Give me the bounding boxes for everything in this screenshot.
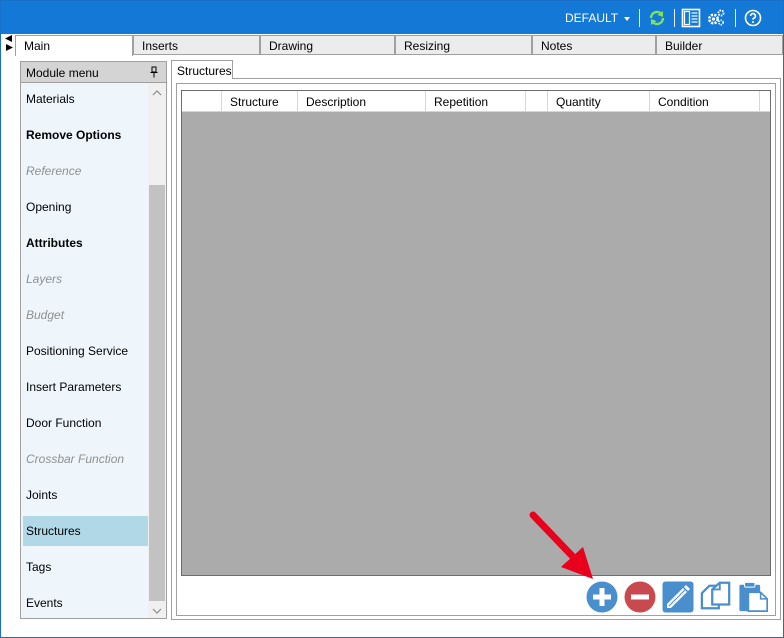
tab-main[interactable]: Main — [15, 35, 133, 56]
layout-icon[interactable] — [681, 8, 701, 28]
add-icon — [586, 581, 618, 613]
menu-item-remove-options[interactable]: Remove Options — [23, 120, 148, 150]
add-button[interactable] — [586, 581, 618, 613]
module-menu-header: Module menu — [21, 62, 166, 83]
menu-scrollbar[interactable] — [148, 83, 166, 618]
edit-icon — [662, 581, 694, 613]
chevron-down-icon — [624, 16, 631, 21]
grid-column-blank[interactable] — [526, 91, 548, 111]
toolbar-separator — [735, 9, 736, 27]
tab-builder[interactable]: Builder — [656, 35, 783, 55]
copy-button[interactable] — [700, 581, 732, 613]
menu-item-layers: Layers — [26, 272, 63, 286]
menu-item-insert-parameters[interactable]: Insert Parameters — [23, 372, 148, 402]
menu-scrollbar-thumb[interactable] — [149, 185, 165, 601]
copy-icon — [700, 581, 731, 610]
toolbar-separator — [639, 9, 640, 27]
profile-dropdown[interactable]: DEFAULT — [565, 11, 631, 25]
remove-button[interactable] — [624, 581, 656, 613]
menu-item-opening[interactable]: Opening — [23, 192, 148, 222]
settings-icon[interactable] — [706, 8, 726, 28]
profile-label: DEFAULT — [565, 11, 619, 25]
paste-icon — [739, 581, 769, 612]
title-bar: DEFAULT — [1, 1, 783, 34]
module-menu-title: Module menu — [26, 66, 99, 80]
structures-panel: Structure Description Repetition Quantit… — [171, 78, 781, 620]
menu-item-attributes[interactable]: Attributes — [23, 228, 148, 258]
remove-icon — [624, 581, 656, 613]
menu-item-events[interactable]: Events — [23, 588, 148, 618]
menu-item-tags[interactable]: Tags — [23, 552, 148, 582]
module-menu: Module menu Materials Remove Options Ref… — [20, 61, 167, 619]
tab-drawing[interactable]: Drawing — [260, 35, 395, 55]
application-window: DEFAULT Main Inserts Drawing Resizing No… — [0, 0, 784, 638]
grid-column-quantity[interactable]: Quantity — [548, 91, 650, 111]
annotation-arrow-icon — [527, 509, 597, 581]
grid-column-condition[interactable]: Condition — [650, 91, 760, 111]
main-tab-bar: Main Inserts Drawing Resizing Notes Buil… — [15, 35, 783, 56]
menu-item-crossbar-function: Crossbar Function — [26, 452, 125, 466]
grid-column-structure[interactable]: Structure — [222, 91, 298, 111]
pin-icon[interactable] — [150, 66, 158, 81]
panel-collapse-toggle[interactable] — [4, 34, 14, 52]
menu-item-joints[interactable]: Joints — [23, 480, 148, 510]
menu-item-door-function[interactable]: Door Function — [23, 408, 148, 438]
grid-column-description[interactable]: Description — [298, 91, 426, 111]
grid-header: Structure Description Repetition Quantit… — [182, 91, 770, 112]
tab-structures[interactable]: Structures — [171, 60, 233, 79]
grid-column-selector[interactable] — [182, 91, 222, 111]
paste-button[interactable] — [738, 581, 770, 613]
tab-resizing[interactable]: Resizing — [395, 35, 532, 55]
tab-notes[interactable]: Notes — [532, 35, 656, 55]
chevron-down-icon[interactable] — [152, 605, 162, 615]
menu-item-budget: Budget — [26, 308, 65, 322]
structures-grid-container: Structure Description Repetition Quantit… — [176, 83, 776, 616]
tab-inserts[interactable]: Inserts — [133, 35, 260, 55]
menu-item-structures[interactable]: Structures — [23, 516, 148, 546]
structures-grid[interactable]: Structure Description Repetition Quantit… — [181, 90, 771, 576]
edit-button[interactable] — [662, 581, 694, 613]
toolbar-separator — [674, 9, 675, 27]
chevron-up-icon[interactable] — [152, 87, 162, 97]
menu-item-materials[interactable]: Materials — [23, 84, 148, 114]
menu-item-reference: Reference — [26, 164, 82, 178]
menu-item-positioning-service[interactable]: Positioning Service — [23, 336, 148, 366]
grid-column-repetition[interactable]: Repetition — [426, 91, 526, 111]
refresh-icon[interactable] — [647, 8, 667, 28]
help-icon[interactable] — [743, 8, 763, 28]
